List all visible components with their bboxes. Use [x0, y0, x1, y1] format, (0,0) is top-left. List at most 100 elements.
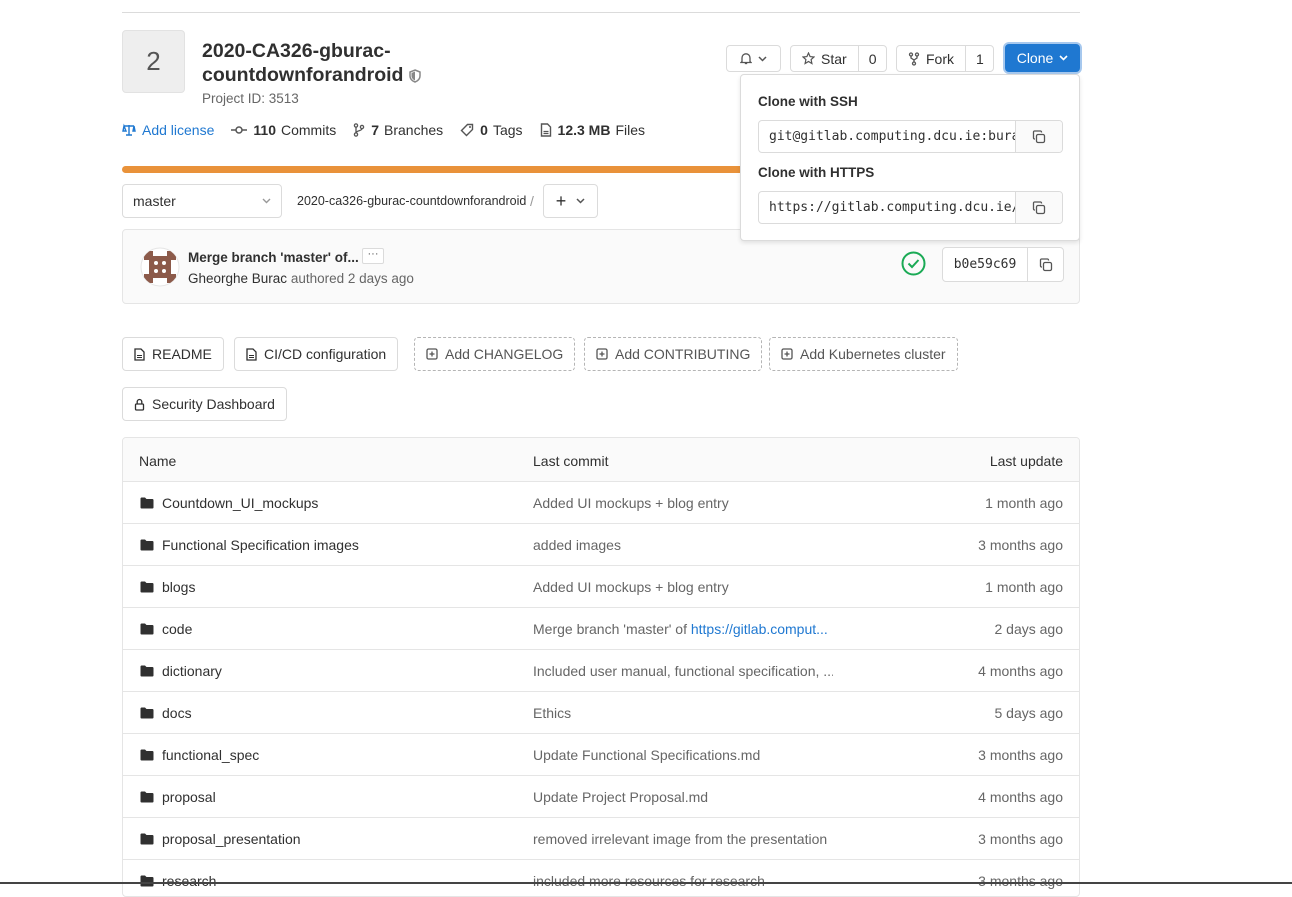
file-table-header: Name Last commit Last update [123, 438, 1079, 482]
row-name-cell[interactable]: dictionary [140, 663, 222, 679]
table-row[interactable]: blogs Added UI mockups + blog entry 1 mont… [123, 566, 1079, 608]
branch-selector[interactable]: master [122, 184, 282, 218]
commit-author[interactable]: Gheorghe Burac [188, 271, 287, 286]
table-row[interactable]: functional_spec Update Functional Specifi… [123, 734, 1079, 776]
row-last-update: 3 months ago [978, 831, 1063, 847]
table-row[interactable]: proposal Update Project Proposal.md 4 mont… [123, 776, 1079, 818]
table-row[interactable]: Functional Specification images added ima… [123, 524, 1079, 566]
row-folder-name[interactable]: proposal_presentation [162, 831, 301, 847]
row-name-cell[interactable]: functional_spec [140, 747, 259, 763]
folder-icon [140, 707, 154, 719]
clone-ssh-url[interactable]: git@gitlab.computing.dcu.ie:burag2/2020-… [759, 121, 1015, 152]
row-folder-name[interactable]: dictionary [162, 663, 222, 679]
project-title[interactable]: 2020-CA326-gburac-countdownforandroid [202, 39, 452, 89]
copy-sha-button[interactable] [1027, 248, 1063, 281]
folder-icon [140, 665, 154, 677]
folder-icon [140, 623, 154, 635]
table-row[interactable]: docs Ethics 5 days ago [123, 692, 1079, 734]
author-avatar[interactable] [140, 247, 180, 290]
row-name-cell[interactable]: Functional Specification images [140, 537, 359, 553]
row-commit-message[interactable]: Added UI mockups + blog entry [533, 495, 729, 511]
row-folder-name[interactable]: code [162, 621, 192, 637]
fork-count[interactable]: 1 [965, 46, 994, 71]
notification-button[interactable] [726, 45, 781, 72]
files-label: Files [615, 122, 646, 138]
add-changelog-button[interactable]: Add CHANGELOG [414, 337, 576, 371]
project-avatar[interactable]: 2 [122, 30, 185, 93]
clone-https-field[interactable]: https://gitlab.computing.dcu.ie/burag2/2… [758, 191, 1063, 224]
fork-button[interactable]: Fork 1 [896, 45, 994, 72]
row-last-update: 1 month ago [985, 495, 1063, 511]
star-button[interactable]: Star 0 [790, 45, 887, 72]
row-folder-name[interactable]: proposal [162, 789, 216, 805]
license-icon [122, 123, 136, 136]
row-folder-name[interactable]: functional_spec [162, 747, 259, 763]
clone-dropdown: Clone with SSH git@gitlab.computing.dcu.… [740, 74, 1080, 241]
folder-icon [140, 539, 154, 551]
readme-button[interactable]: README [122, 337, 224, 371]
table-row[interactable]: dictionary Included user manual, function… [123, 650, 1079, 692]
row-last-update: 4 months ago [978, 789, 1063, 805]
commit-icon [231, 126, 248, 134]
commit-title[interactable]: Merge branch 'master' of... [188, 250, 359, 265]
row-folder-name[interactable]: Countdown_UI_mockups [162, 495, 318, 511]
row-commit-message[interactable]: Included user manual, functional specifi… [533, 663, 833, 679]
star-count[interactable]: 0 [857, 46, 887, 71]
row-name-cell[interactable]: code [140, 621, 192, 637]
clone-https-url[interactable]: https://gitlab.computing.dcu.ie/burag2/2… [759, 192, 1015, 223]
star-action[interactable]: Star [791, 46, 858, 71]
add-kubernetes-label: Add Kubernetes cluster [800, 346, 946, 362]
copy-ssh-button[interactable] [1015, 121, 1062, 152]
row-name-cell[interactable]: Countdown_UI_mockups [140, 495, 318, 511]
clone-ssh-field[interactable]: git@gitlab.computing.dcu.ie:burag2/2020-… [758, 120, 1063, 153]
branches-count: 7 [371, 122, 380, 138]
table-row[interactable]: code Merge branch 'master' of https://git… [123, 608, 1079, 650]
breadcrumb-repo-link[interactable]: 2020-ca326-gburac-countdownforandroid [297, 194, 526, 208]
add-kubernetes-button[interactable]: Add Kubernetes cluster [769, 337, 958, 371]
row-commit-message[interactable]: Ethics [533, 705, 571, 721]
commit-sha-group: b0e59c69 [942, 247, 1064, 282]
files-link[interactable]: 12.3 MB Files [540, 122, 645, 138]
add-to-tree-dropdown[interactable]: + [543, 184, 598, 218]
cicd-config-button[interactable]: CI/CD configuration [234, 337, 399, 371]
row-commit-message[interactable]: added images [533, 537, 621, 553]
row-commit-cell: Added UI mockups + blog entry [533, 495, 833, 511]
add-contributing-button[interactable]: Add CONTRIBUTING [584, 337, 763, 371]
table-row[interactable]: Countdown_UI_mockups Added UI mockups + b… [123, 482, 1079, 524]
table-row[interactable]: proposal_presentation removed irrelevant … [123, 818, 1079, 860]
commit-action: authored [290, 271, 345, 286]
security-dashboard-button[interactable]: Security Dashboard [122, 387, 287, 421]
plus-icon: + [555, 190, 567, 211]
row-commit-cell: added images [533, 537, 833, 553]
row-name-cell[interactable]: research [140, 873, 216, 889]
row-commit-link[interactable]: https://gitlab.comput... [691, 621, 828, 637]
row-commit-message[interactable]: Added UI mockups + blog entry [533, 579, 729, 595]
tags-count: 0 [480, 122, 488, 138]
clone-button[interactable]: Clone [1005, 44, 1080, 72]
row-name-cell[interactable]: proposal_presentation [140, 831, 301, 847]
commit-sha[interactable]: b0e59c69 [943, 248, 1027, 281]
copy-https-button[interactable] [1015, 192, 1062, 223]
add-license-link[interactable]: Add license [122, 122, 214, 138]
row-commit-message[interactable]: included more resources for research [533, 873, 765, 889]
fork-action[interactable]: Fork [897, 46, 965, 71]
row-folder-name[interactable]: research [162, 873, 216, 889]
row-folder-name[interactable]: Functional Specification images [162, 537, 359, 553]
check-circle-icon[interactable] [901, 251, 926, 279]
row-commit-message[interactable]: Merge branch 'master' of [533, 621, 691, 637]
row-name-cell[interactable]: blogs [140, 579, 195, 595]
row-folder-name[interactable]: blogs [162, 579, 195, 595]
tags-link[interactable]: 0 Tags [460, 122, 523, 138]
table-row[interactable]: research included more resources for rese… [123, 860, 1079, 896]
row-name-cell[interactable]: proposal [140, 789, 216, 805]
commit-expand-button[interactable]: ··· [362, 248, 384, 264]
row-commit-message[interactable]: removed irrelevant image from the presen… [533, 831, 827, 847]
branches-link[interactable]: 7 Branches [353, 122, 443, 138]
row-commit-message[interactable]: Update Functional Specifications.md [533, 747, 760, 763]
row-folder-name[interactable]: docs [162, 705, 192, 721]
cicd-config-label: CI/CD configuration [264, 346, 387, 362]
row-name-cell[interactable]: docs [140, 705, 192, 721]
chevron-down-icon [262, 198, 271, 204]
commits-link[interactable]: 110 Commits [231, 122, 336, 138]
row-commit-message[interactable]: Update Project Proposal.md [533, 789, 708, 805]
